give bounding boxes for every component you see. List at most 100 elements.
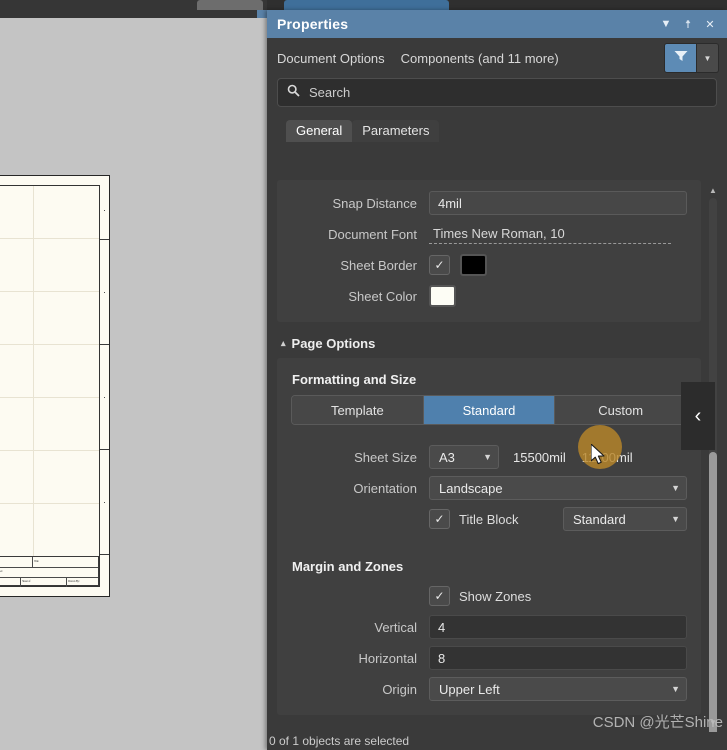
snap-distance-input[interactable]: 4mil xyxy=(429,191,687,215)
properties-scrollbar[interactable]: ▲ ▼ xyxy=(707,184,719,736)
editor-tab-active[interactable] xyxy=(284,0,449,10)
properties-panel-titlebar: Properties ▼ ☨ ✕ xyxy=(267,10,727,38)
tab-parameters[interactable]: Parameters xyxy=(352,120,440,142)
page-options-section-header[interactable]: ▴ Page Options xyxy=(281,336,701,351)
page-format-mode-group: Template Standard Custom xyxy=(291,395,687,425)
row-document-font: Document Font Times New Roman, 10 xyxy=(291,220,687,248)
zone-tick xyxy=(100,344,109,345)
check-icon: ✓ xyxy=(434,258,445,272)
sheet-color-swatch[interactable] xyxy=(429,285,456,307)
sheet-color-label: Sheet Color xyxy=(348,288,417,304)
sheet-size-select[interactable]: A3 ▼ xyxy=(429,445,499,469)
general-group: Snap Distance 4mil Document Font Times N… xyxy=(277,180,701,322)
sheet-gridline xyxy=(0,238,99,239)
properties-scroll-area[interactable]: Snap Distance 4mil Document Font Times N… xyxy=(277,180,701,718)
pin-icon[interactable]: ☨ xyxy=(677,13,699,35)
orientation-select[interactable]: Landscape ▼ xyxy=(429,476,687,500)
zone-tick xyxy=(100,449,109,450)
properties-panel: Properties ▼ ☨ ✕ Document Options Compon… xyxy=(267,10,727,750)
row-title-block: ✓ Title Block Standard ▼ xyxy=(291,505,687,533)
origin-select[interactable]: Upper Left ▼ xyxy=(429,677,687,701)
sheet-gridline xyxy=(0,503,99,504)
sheet-gridline xyxy=(0,291,99,292)
scroll-up-arrow-icon[interactable]: ▲ xyxy=(707,184,719,196)
sheet-gridline xyxy=(0,397,99,398)
row-show-zones: ✓ Show Zones xyxy=(291,582,687,610)
status-bar: 0 of 1 objects are selected xyxy=(267,732,727,750)
close-icon[interactable]: ✕ xyxy=(699,13,721,35)
page-title: Properties xyxy=(277,16,349,32)
orientation-value: Landscape xyxy=(439,480,503,496)
object-type-components[interactable]: Components (and 11 more) xyxy=(401,51,559,66)
collapse-caret-icon: ▴ xyxy=(281,338,286,348)
row-orientation: Orientation Landscape ▼ xyxy=(291,474,687,502)
search-placeholder: Search xyxy=(309,85,351,100)
show-zones-label: Show Zones xyxy=(459,588,532,604)
editor-tab-inactive[interactable] xyxy=(197,0,263,10)
row-sheet-color: Sheet Color xyxy=(291,282,687,310)
orientation-label: Orientation xyxy=(353,480,417,496)
schematic-sheet[interactable]: Title Size Number Rev Date: Sheet of Dra… xyxy=(0,175,110,597)
vertical-label: Vertical xyxy=(374,619,417,635)
zone-tick xyxy=(100,554,109,555)
filter-button[interactable] xyxy=(664,43,697,73)
sheet-border-frame xyxy=(0,185,100,587)
sheet-gridline xyxy=(0,344,99,345)
object-selector-bar: Document Options Components (and 11 more… xyxy=(267,38,727,78)
horizontal-input[interactable]: 8 xyxy=(429,646,687,670)
object-type-document-options[interactable]: Document Options xyxy=(277,51,385,66)
check-icon: ✓ xyxy=(434,512,445,526)
show-zones-checkbox[interactable]: ✓ xyxy=(429,586,450,606)
sheet-title-block[interactable]: Title Size Number Rev Date: Sheet of Dra… xyxy=(0,556,99,587)
filter-dropdown-button[interactable]: ▼ xyxy=(697,43,719,73)
selection-status-text: 0 of 1 objects are selected xyxy=(269,734,410,748)
row-snap-distance: Snap Distance 4mil xyxy=(291,189,687,217)
csdn-watermark: CSDN @光芒Shine xyxy=(592,714,723,731)
chevron-down-icon: ▼ xyxy=(703,53,712,63)
title-block-select[interactable]: Standard ▼ xyxy=(563,507,687,531)
title-block-checkbox[interactable]: ✓ xyxy=(429,509,450,529)
altium-designer-window: Title Size Number Rev Date: Sheet of Dra… xyxy=(0,0,727,750)
origin-value: Upper Left xyxy=(439,681,500,697)
row-sheet-border: Sheet Border ✓ xyxy=(291,251,687,279)
sheet-size-value: A3 xyxy=(439,449,455,465)
search-icon xyxy=(287,84,300,102)
formatting-and-size-title: Formatting and Size xyxy=(292,372,417,387)
page-options-group: Formatting and Size Template Standard Cu… xyxy=(277,358,701,715)
mode-standard-button[interactable]: Standard xyxy=(423,396,556,424)
vertical-input[interactable]: 4 xyxy=(429,615,687,639)
row-sheet-size: Sheet Size A3 ▼ 15500mil 11100mil xyxy=(291,443,687,471)
tab-general[interactable]: General xyxy=(286,120,353,142)
schematic-canvas[interactable]: Title Size Number Rev Date: Sheet of Dra… xyxy=(0,18,267,750)
document-font-label: Document Font xyxy=(328,226,417,242)
mode-custom-button[interactable]: Custom xyxy=(555,396,686,424)
chevron-down-icon: ▼ xyxy=(671,684,680,694)
horizontal-label: Horizontal xyxy=(358,650,417,666)
sheet-size-label: Sheet Size xyxy=(354,449,417,465)
collapse-panel-arrow-icon[interactable]: ‹ xyxy=(681,382,715,450)
zone-tick xyxy=(100,239,109,240)
sheet-border-color-swatch[interactable] xyxy=(460,254,487,276)
sheet-gridline xyxy=(0,450,99,451)
document-font-value[interactable]: Times New Roman, 10 xyxy=(429,224,671,244)
properties-tabs: General Parameters xyxy=(286,120,727,142)
sheet-width-value: 15500mil xyxy=(513,449,566,465)
chevron-down-icon[interactable]: ▼ xyxy=(655,13,677,35)
row-origin: Origin Upper Left ▼ xyxy=(291,675,687,703)
title-block-value: Standard xyxy=(573,511,626,527)
sheet-border-label: Sheet Border xyxy=(340,257,417,273)
title-block-label: Title Block xyxy=(459,511,519,527)
origin-label: Origin xyxy=(382,681,417,697)
margin-and-zones-title: Margin and Zones xyxy=(292,559,404,574)
search-row: Search xyxy=(267,78,727,107)
chevron-down-icon: ▼ xyxy=(671,483,680,493)
sheet-border-checkbox[interactable]: ✓ xyxy=(429,255,450,275)
filter-funnel-icon xyxy=(674,49,688,67)
chevron-down-icon: ▼ xyxy=(483,452,492,462)
mode-template-button[interactable]: Template xyxy=(292,396,424,424)
chevron-down-icon: ▼ xyxy=(671,514,680,524)
search-input[interactable]: Search xyxy=(277,78,717,107)
row-horizontal: Horizontal 8 xyxy=(291,644,687,672)
sheet-height-value: 11100mil xyxy=(581,449,633,465)
scrollbar-thumb[interactable] xyxy=(709,452,717,736)
